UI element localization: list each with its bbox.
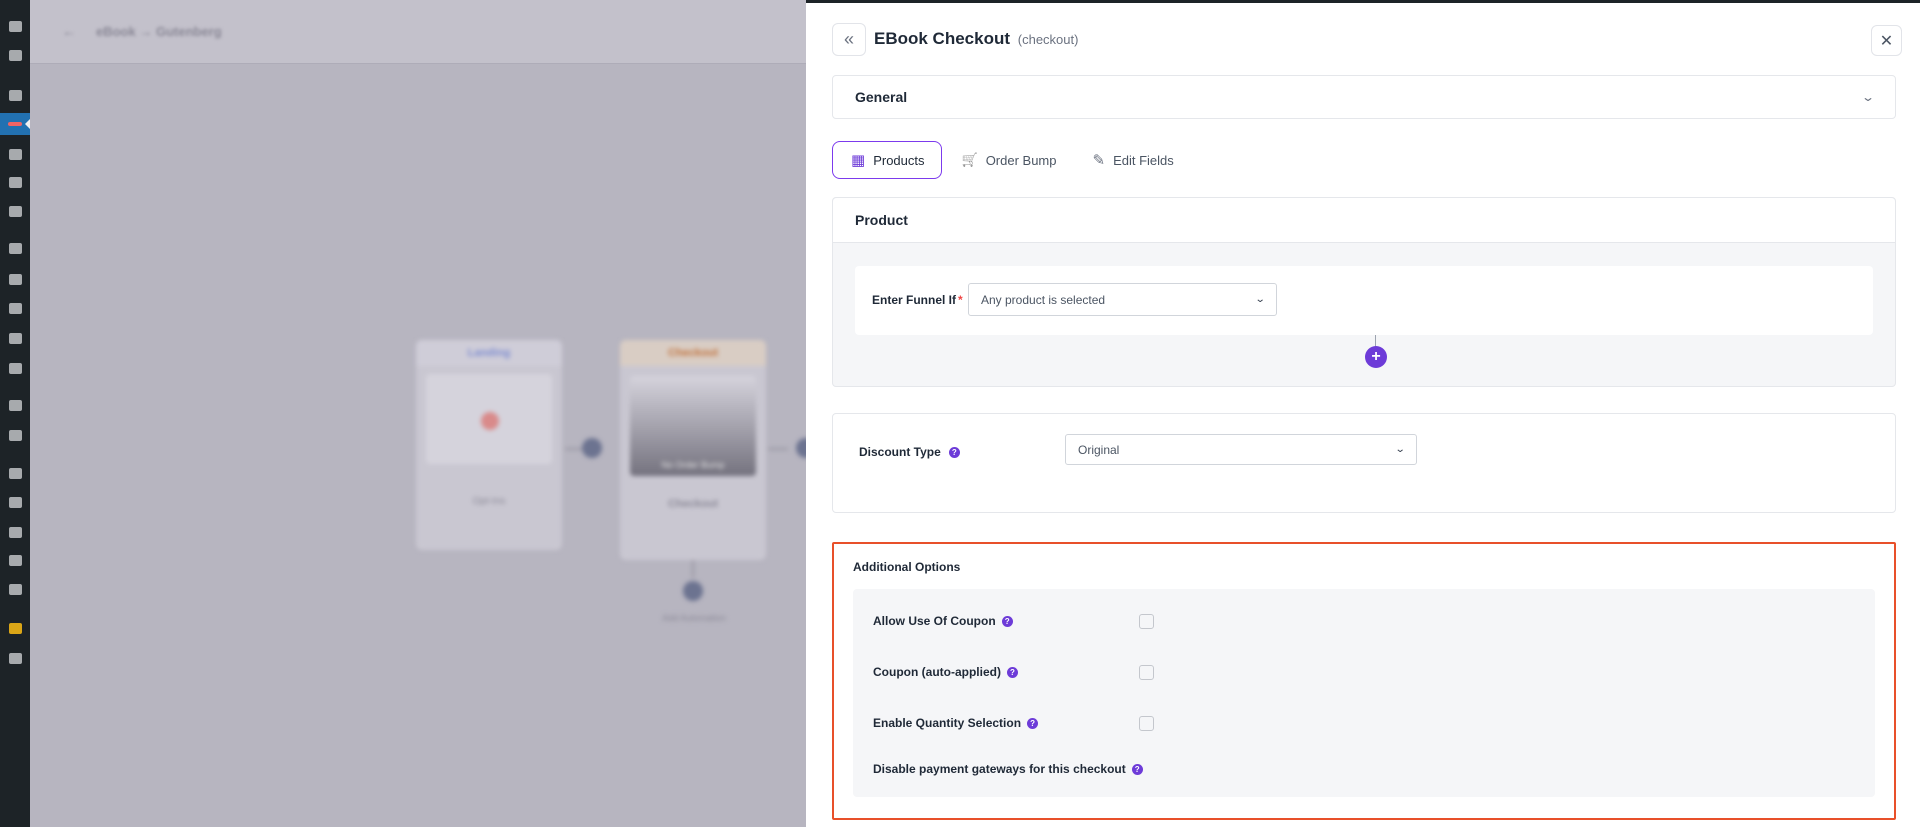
additional-options-list: Allow Use Of Coupon ? Coupon (auto-appli… — [853, 589, 1875, 797]
step-title: EBook Checkout — [874, 29, 1011, 48]
appearance-icon[interactable] — [7, 466, 23, 480]
landing-preview — [426, 374, 552, 464]
allow-coupon-checkbox[interactable] — [1139, 614, 1154, 629]
help-icon[interactable]: ? — [1131, 763, 1143, 775]
option-label: Allow Use Of Coupon — [873, 614, 996, 628]
add-condition-button[interactable]: + — [1365, 346, 1387, 368]
checkout-node-caption: Checkout — [667, 498, 719, 510]
connector-line — [768, 448, 788, 450]
pin-icon[interactable] — [7, 88, 23, 102]
analytics-icon[interactable] — [7, 331, 23, 345]
tab-products[interactable]: ▦ Products — [832, 141, 942, 179]
collapse-panel-button[interactable]: « — [832, 23, 866, 56]
dashboard-icon[interactable] — [7, 19, 23, 33]
coupon-auto-applied-checkbox[interactable] — [1139, 665, 1154, 680]
option-quantity-selection: Enable Quantity Selection ? — [873, 716, 1039, 730]
funnel-condition-select[interactable]: Any product is selected ⌄ — [968, 283, 1277, 316]
settings-tabs: ▦ Products 🛒 Order Bump ✎ Edit Fields — [832, 141, 1190, 179]
discount-type-value: Original — [1078, 442, 1120, 457]
funnel-builder-background: ← eBook → Gutenberg Landing Opt-Ins Chec… — [30, 0, 806, 827]
landing-node: Landing Opt-Ins — [416, 340, 562, 550]
chevron-down-icon: ⌄ — [1860, 90, 1876, 104]
add-automation-dot — [683, 581, 703, 601]
checkout-preview-overlay: No Order Bump — [661, 460, 725, 470]
tab-label: Edit Fields — [1113, 152, 1174, 168]
funnel-icon[interactable] — [0, 113, 30, 135]
connector-dot — [796, 438, 806, 458]
funnel-condition-value: Any product is selected — [981, 292, 1106, 307]
play-icon[interactable] — [7, 651, 23, 665]
product-card: Product Enter Funnel If * Any product is … — [832, 197, 1896, 387]
woo-icon[interactable] — [7, 241, 23, 255]
plus-icon: + — [1371, 348, 1381, 365]
megaphone-icon[interactable] — [7, 361, 23, 375]
close-panel-button[interactable]: ✕ — [1871, 25, 1902, 56]
close-icon: ✕ — [1879, 32, 1894, 50]
grid-icon: ▦ — [851, 152, 866, 169]
settings-icon[interactable] — [7, 582, 23, 596]
discount-type-text: Discount Type — [859, 445, 941, 459]
panel-title: EBook Checkout (checkout) — [874, 29, 1078, 49]
discount-type-label: Discount Type ? — [859, 445, 960, 459]
wp-admin-sidebar — [0, 0, 30, 827]
product-heading: Product — [833, 198, 1895, 243]
comments-icon[interactable] — [7, 204, 23, 218]
mail-icon[interactable] — [7, 48, 23, 62]
discount-card: Discount Type ? Original ⌄ — [832, 413, 1896, 513]
required-mark: * — [958, 293, 963, 307]
back-arrow-icon: ← — [62, 23, 76, 39]
landing-node-caption: Opt-Ins — [472, 496, 506, 507]
cart-icon: 🛒 — [961, 152, 978, 167]
portfolio-icon[interactable] — [7, 621, 23, 635]
option-coupon-auto-applied: Coupon (auto-applied) ? — [873, 665, 1018, 679]
plugins-icon[interactable] — [7, 495, 23, 509]
general-accordion[interactable]: General ⌄ — [832, 75, 1896, 119]
tab-order-bump[interactable]: 🛒 Order Bump — [946, 141, 1073, 179]
connector-dot — [582, 438, 602, 458]
add-automation-caption: Add Automation — [662, 613, 726, 623]
additional-options-title: Additional Options — [853, 560, 961, 574]
option-allow-coupon: Allow Use Of Coupon ? — [873, 614, 1013, 628]
connector-line — [692, 560, 694, 578]
quantity-selection-checkbox[interactable] — [1139, 716, 1154, 731]
tools-icon[interactable] — [7, 553, 23, 567]
step-slug: (checkout) — [1017, 32, 1079, 47]
checkout-node-header: Checkout — [620, 340, 766, 366]
dollar-icon[interactable] — [7, 301, 23, 315]
checkout-preview: No Order Bump — [630, 376, 756, 476]
users-icon[interactable] — [7, 525, 23, 539]
pencil-icon: ✎ — [1092, 152, 1106, 169]
option-label: Disable payment gateways for this checko… — [873, 762, 1126, 776]
help-icon[interactable]: ? — [948, 446, 960, 458]
double-chevron-left-icon: « — [843, 29, 854, 49]
pages-icon[interactable] — [7, 175, 23, 189]
landing-node-header: Landing — [416, 340, 562, 366]
option-label: Enable Quantity Selection — [873, 716, 1022, 730]
tab-edit-fields[interactable]: ✎ Edit Fields — [1077, 141, 1190, 179]
enter-funnel-label: Enter Funnel If * — [872, 293, 963, 307]
chevron-down-icon: ⌄ — [1394, 444, 1406, 455]
media-icon[interactable] — [7, 147, 23, 161]
additional-options-card: Additional Options Allow Use Of Coupon ?… — [832, 542, 1896, 820]
help-icon[interactable]: ? — [1006, 666, 1018, 678]
help-icon[interactable]: ? — [1001, 615, 1013, 627]
chevron-down-icon: ⌄ — [1254, 294, 1266, 305]
tab-label: Order Bump — [985, 152, 1057, 168]
builder-breadcrumb: eBook → Gutenberg — [96, 24, 222, 39]
preview-dot — [481, 412, 499, 430]
option-label: Coupon (auto-applied) — [873, 665, 1001, 679]
general-accordion-label: General — [855, 89, 908, 105]
enter-funnel-text: Enter Funnel If — [872, 293, 956, 307]
archive-icon[interactable] — [7, 272, 23, 286]
elementor-icon[interactable] — [7, 398, 23, 412]
checkout-node: Checkout No Order Bump Checkout — [620, 340, 766, 560]
help-icon[interactable]: ? — [1027, 717, 1039, 729]
funnel-condition-row: Enter Funnel If * Any product is selected… — [855, 266, 1873, 335]
step-settings-panel: « EBook Checkout (checkout) ✕ General ⌄ … — [806, 0, 1920, 827]
option-disable-payment-gateways: Disable payment gateways for this checko… — [873, 762, 1143, 776]
folder-icon[interactable] — [7, 428, 23, 442]
tab-label: Products — [873, 152, 925, 168]
discount-type-select[interactable]: Original ⌄ — [1065, 434, 1417, 465]
